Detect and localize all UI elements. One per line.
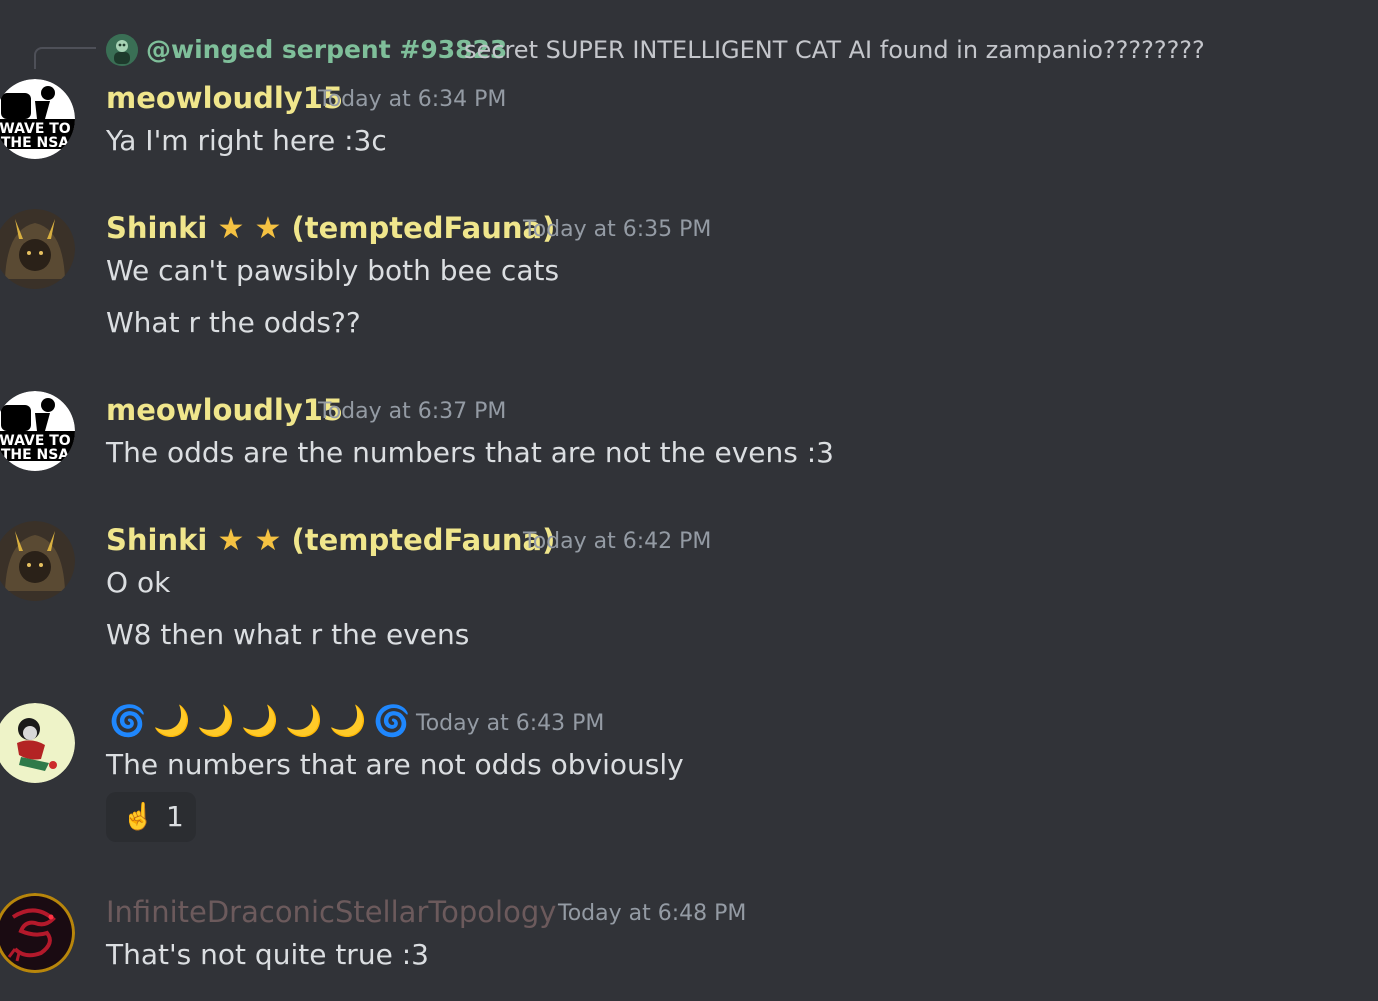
author-suffix[interactable]: (temptedFauna) [292,523,556,557]
author-name[interactable]: Shinki [106,211,207,245]
author-suffix[interactable]: (temptedFauna) [292,211,556,245]
star-icon: ★ [217,211,245,246]
avatar-shinki[interactable] [0,521,75,601]
avatar-shinki[interactable] [0,209,75,289]
message-author-emojis[interactable]: 🌀 🌙 🌙 🌙 🌙 🌙 🌀 [106,700,414,744]
dragon-avatar-icon [0,893,75,973]
crescent-moon-icon: 🌙 [329,704,367,739]
character-avatar-icon [0,703,75,783]
crescent-moon-icon: 🌙 [197,704,235,739]
svg-text:THE NSA: THE NSA [1,135,70,151]
crescent-moon-icon: 🌙 [241,704,279,739]
reply-avatar[interactable] [106,34,138,66]
reply-author[interactable]: @winged serpent #93823 [146,34,507,66]
message-author[interactable]: meowloudly15 [106,392,343,428]
message-text: O ok [106,566,171,599]
message-timestamp[interactable]: Today at 6:35 PM [523,215,711,245]
message-author[interactable]: meowloudly15 [106,80,343,116]
author-name[interactable]: Shinki [106,523,207,557]
avatar-infinitedraconic[interactable] [0,893,75,973]
star-icon: ★ [254,211,282,246]
svg-text:THE NSA: THE NSA [1,447,70,463]
message-author[interactable]: Shinki ★ ★ (temptedFauna) [106,210,555,247]
message-timestamp[interactable]: Today at 6:43 PM [416,709,604,739]
message-author[interactable]: InfiniteDraconicStellarTopology [106,894,556,930]
message-timestamp[interactable]: Today at 6:37 PM [318,397,506,427]
message-text: We can't pawsibly both bee cats [106,254,560,287]
cyclone-icon: 🌀 [109,704,147,739]
reaction-button[interactable]: ☝️ 1 [106,792,196,842]
reply-text[interactable]: secret SUPER INTELLIGENT CAT AI found in… [464,34,1205,66]
pointing-up-icon: ☝️ [122,802,155,832]
message-text: The numbers that are not odds obviously [106,748,684,781]
message-timestamp[interactable]: Today at 6:42 PM [523,527,711,557]
reaction-count: 1 [166,800,184,833]
message-text: Ya I'm right here :3c [106,124,387,157]
message-author[interactable]: Shinki ★ ★ (temptedFauna) [106,522,555,559]
avatar-meowloudly15[interactable]: WAVE TO THE NSA [0,79,75,159]
star-icon: ★ [254,523,282,558]
message-timestamp[interactable]: Today at 6:34 PM [318,85,506,115]
wave-to-nsa-avatar-icon: WAVE TO THE NSA [0,79,75,159]
message-timestamp[interactable]: Today at 6:48 PM [558,899,746,929]
message-text: That's not quite true :3 [106,938,429,971]
message-text: W8 then what r the evens [106,618,470,651]
wave-to-nsa-avatar-icon: WAVE TO THE NSA [0,391,75,471]
shinki-avatar-icon [0,209,75,289]
reply-spine [34,47,96,69]
avatar-meowloudly15[interactable]: WAVE TO THE NSA [0,391,75,471]
serpent-avatar-icon [106,34,138,66]
cyclone-icon: 🌀 [373,704,411,739]
shinki-avatar-icon [0,521,75,601]
message-text: The odds are the numbers that are not th… [106,436,834,469]
crescent-moon-icon: 🌙 [285,704,323,739]
avatar-emoji-user[interactable] [0,703,75,783]
crescent-moon-icon: 🌙 [153,704,191,739]
star-icon: ★ [217,523,245,558]
message-text: What r the odds?? [106,306,361,339]
